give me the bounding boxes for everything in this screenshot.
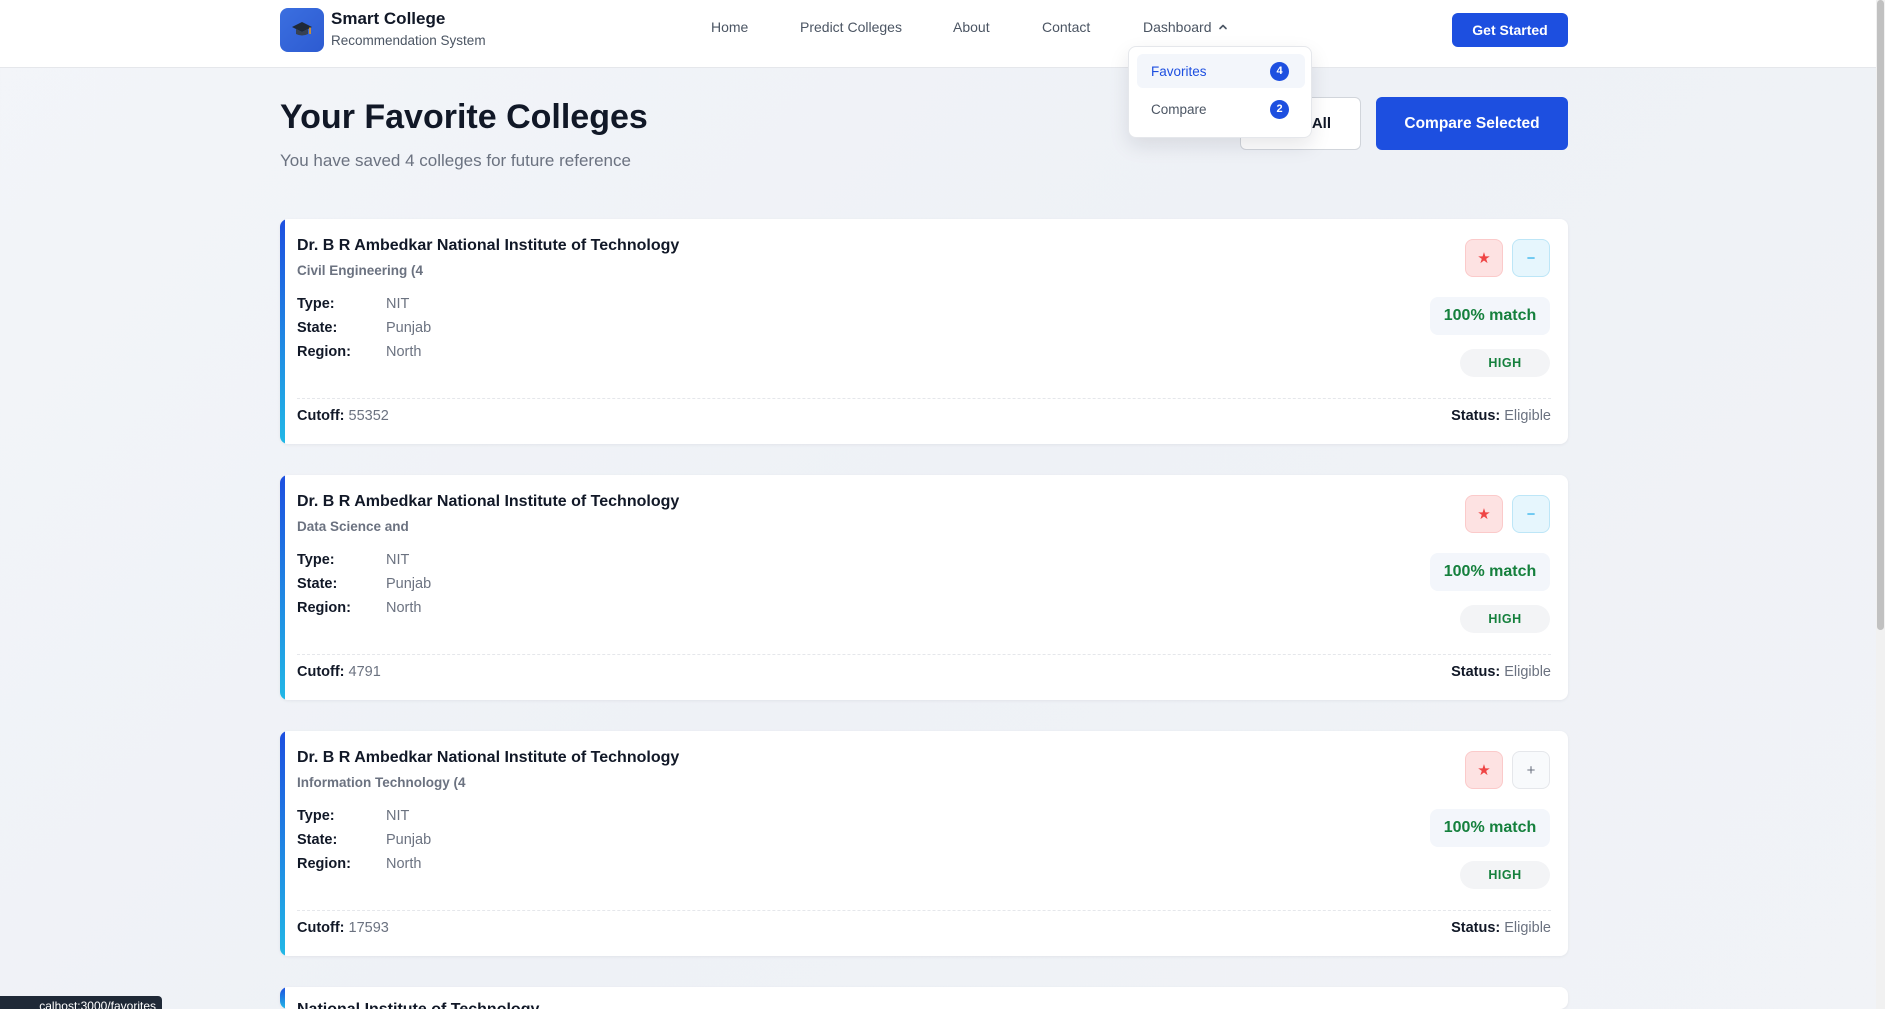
match-percentage-badge: 100% match [1430,809,1550,847]
type-value: NIT [386,808,410,824]
menu-item-label: Favorites [1151,63,1207,79]
remove-from-compare-minus-icon[interactable]: − [1512,239,1550,277]
state-label: State: [297,576,338,592]
type-value: NIT [386,296,410,312]
status-value: Eligible [1504,408,1551,424]
state-value: Punjab [386,576,432,592]
chance-level-badge: HIGH [1460,349,1550,377]
type-value: NIT [386,552,410,568]
college-name: Dr. B R Ambedkar National Institute of T… [297,237,680,254]
status-label: Status: [1451,920,1501,936]
college-branch: Information Technology (4 [297,775,466,790]
brand-title[interactable]: Smart College [331,9,445,29]
cutoff-value: 55352 [348,408,389,424]
nav-about[interactable]: About [953,19,990,35]
remove-favorite-star-icon[interactable]: ★ [1465,495,1503,533]
count-badge: 4 [1270,61,1289,81]
cutoff-value: 17593 [348,920,389,936]
page-scrollbar-thumb[interactable] [1877,0,1884,630]
type-label: Type: [297,808,335,824]
college-branch: Civil Engineering (4 [297,263,424,278]
match-percentage-badge: 100% match [1430,553,1550,591]
region-label: Region: [297,856,351,872]
chance-level-badge: HIGH [1460,861,1550,889]
link-status-tooltip: calhost:3000/favorites [0,996,162,1009]
cutoff-info: Cutoff: 55352 [297,408,389,424]
status-info: Status: Eligible [1451,920,1551,936]
menu-item-label: Compare [1151,101,1207,117]
college-name: Dr. B R Ambedkar National Institute of T… [297,493,680,510]
cutoff-value: 4791 [348,664,381,680]
page-title: Your Favorite Colleges [280,98,648,136]
region-label: Region: [297,344,351,360]
college-name: Dr. B R Ambedkar National Institute of T… [297,749,680,766]
page-subtitle: You have saved 4 colleges for future ref… [280,151,631,170]
region-label: Region: [297,600,351,616]
chevron-up-icon [1218,24,1227,30]
state-label: State: [297,832,338,848]
nav-predict-colleges[interactable]: Predict Colleges [800,19,902,35]
college-card: National Institute of Technology [280,987,1568,1009]
college-card: Dr. B R Ambedkar National Institute of T… [280,219,1568,444]
cutoff-label: Cutoff: [297,408,345,424]
card-divider [297,654,1551,655]
remove-from-compare-minus-icon[interactable]: − [1512,495,1550,533]
nav-dashboard-label: Dashboard [1143,19,1212,35]
get-started-button[interactable]: Get Started [1452,13,1568,47]
cutoff-info: Cutoff: 4791 [297,664,381,680]
cutoff-label: Cutoff: [297,664,345,680]
nav-dashboard[interactable]: Dashboard [1143,19,1228,35]
remove-favorite-star-icon[interactable]: ★ [1465,751,1503,789]
brand-subtitle: Recommendation System [331,33,486,48]
college-card: Dr. B R Ambedkar National Institute of T… [280,475,1568,700]
nav-contact[interactable]: Contact [1042,19,1090,35]
region-value: North [386,856,422,872]
state-value: Punjab [386,832,432,848]
cutoff-info: Cutoff: 17593 [297,920,389,936]
chance-level-badge: HIGH [1460,605,1550,633]
dashboard-dropdown-menu: Favorites 4 Compare 2 [1128,46,1312,138]
nav-home[interactable]: Home [711,19,748,35]
status-label: Status: [1451,664,1501,680]
graduation-cap-logo-icon[interactable] [280,8,324,52]
college-name: National Institute of Technology [297,1001,539,1009]
type-label: Type: [297,296,335,312]
region-value: North [386,600,422,616]
type-label: Type: [297,552,335,568]
status-info: Status: Eligible [1451,664,1551,680]
count-badge: 2 [1270,99,1289,119]
state-label: State: [297,320,338,336]
region-value: North [386,344,422,360]
status-label: Status: [1451,408,1501,424]
menu-item-favorites[interactable]: Favorites 4 [1137,54,1305,88]
match-percentage-badge: 100% match [1430,297,1550,335]
status-value: Eligible [1504,920,1551,936]
state-value: Punjab [386,320,432,336]
remove-favorite-star-icon[interactable]: ★ [1465,239,1503,277]
compare-selected-button[interactable]: Compare Selected [1376,97,1568,150]
menu-item-compare[interactable]: Compare 2 [1137,92,1305,126]
college-card: Dr. B R Ambedkar National Institute of T… [280,731,1568,956]
card-divider [297,910,1551,911]
add-to-compare-plus-icon[interactable]: + [1512,751,1550,789]
cutoff-label: Cutoff: [297,920,345,936]
status-value: Eligible [1504,664,1551,680]
card-divider [297,398,1551,399]
status-info: Status: Eligible [1451,408,1551,424]
college-branch: Data Science and [297,519,409,534]
top-navbar: Smart College Recommendation System Home… [0,0,1876,68]
